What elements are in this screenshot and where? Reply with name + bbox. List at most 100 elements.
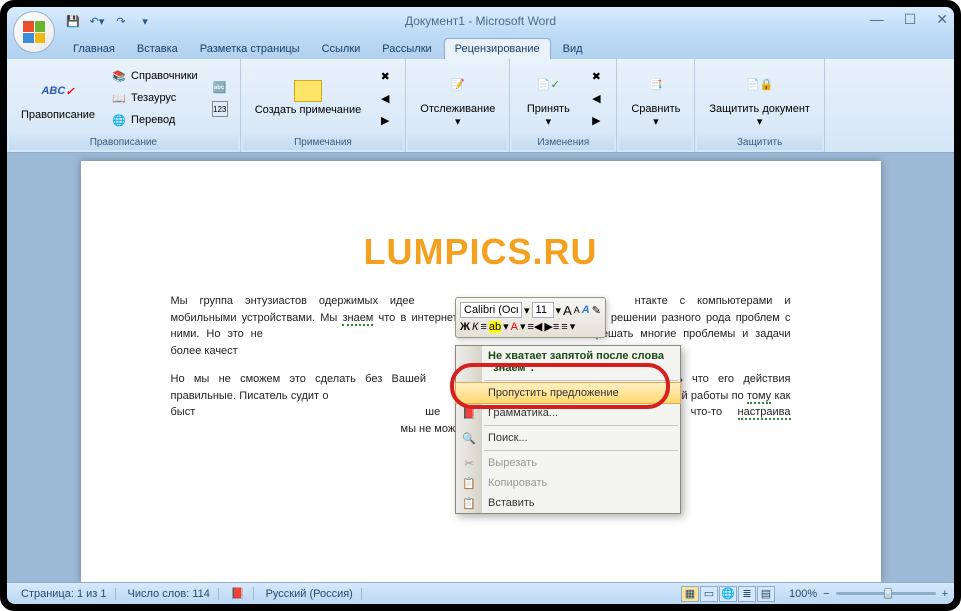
- ribbon-tabs: Главная Вставка Разметка страницы Ссылки…: [7, 35, 954, 59]
- quick-access-toolbar: 💾 ↶▾ ↷ ▾: [63, 11, 155, 31]
- count-icon: 123: [212, 101, 228, 117]
- bold-button[interactable]: Ж: [460, 321, 470, 333]
- ribbon: ABC✓ Правописание 📚Справочники 📖Тезаурус…: [7, 59, 954, 153]
- paste-icon: 📋: [461, 495, 477, 511]
- protect-icon: 📄🔒: [744, 69, 776, 101]
- save-button[interactable]: 💾: [63, 11, 83, 31]
- tab-references[interactable]: Ссылки: [312, 39, 371, 59]
- compare-label: Сравнить: [631, 103, 680, 115]
- tab-home[interactable]: Главная: [63, 39, 125, 59]
- grow-font-icon[interactable]: A: [563, 303, 572, 318]
- office-button[interactable]: [13, 11, 55, 53]
- tab-view[interactable]: Вид: [553, 39, 593, 59]
- titlebar: 💾 ↶▾ ↷ ▾ Документ1 - Microsoft Word — ☐ …: [7, 7, 954, 35]
- tab-insert[interactable]: Вставка: [127, 39, 188, 59]
- redo-button[interactable]: ↷: [111, 11, 131, 31]
- style-icon[interactable]: A: [582, 304, 590, 316]
- translate-icon: 🌐: [111, 112, 127, 128]
- font-color-button[interactable]: A: [511, 321, 518, 333]
- menu-grammar[interactable]: 📕 Грамматика...: [456, 403, 680, 423]
- next-change-button[interactable]: ▶: [584, 110, 608, 130]
- view-outline[interactable]: ≣: [738, 586, 756, 602]
- next-change-icon: ▶: [588, 112, 604, 128]
- context-menu: Не хватает запятой после слова "знаем". …: [455, 345, 681, 514]
- view-draft[interactable]: ▤: [757, 586, 775, 602]
- copy-icon: 📋: [461, 475, 477, 491]
- zoom-thumb[interactable]: [884, 588, 892, 599]
- indent-increase-button[interactable]: ▶≡: [544, 320, 559, 333]
- watermark: LUMPICS.RU: [171, 231, 791, 273]
- prev-change-button[interactable]: ◀: [584, 88, 608, 108]
- accept-label: Принять: [527, 103, 570, 115]
- comment-icon: [294, 80, 322, 102]
- view-full-screen[interactable]: ▭: [700, 586, 718, 602]
- shrink-font-icon[interactable]: A: [574, 305, 580, 315]
- tab-review[interactable]: Рецензирование: [444, 38, 551, 59]
- thesaurus-icon: 📖: [111, 90, 127, 106]
- reject-icon: ✖: [588, 68, 604, 84]
- status-proofing[interactable]: 📕: [223, 587, 254, 600]
- menu-skip-sentence[interactable]: Пропустить предложение: [455, 382, 681, 404]
- maximize-button[interactable]: ☐: [904, 11, 917, 28]
- track-changes-button[interactable]: 📝 Отслеживание ▾: [414, 67, 501, 130]
- group-label-comments: Примечания: [243, 135, 404, 150]
- translate-button[interactable]: 🌐Перевод: [107, 110, 202, 130]
- qat-customize[interactable]: ▾: [135, 11, 155, 31]
- research-button[interactable]: 📚Справочники: [107, 66, 202, 86]
- compare-button[interactable]: 📑 Сравнить ▾: [625, 67, 686, 130]
- window-title: Документ1 - Microsoft Word: [405, 14, 556, 28]
- menu-paste[interactable]: 📋 Вставить: [456, 493, 680, 513]
- font-size-input[interactable]: [532, 302, 554, 318]
- group-label-protect: Защитить: [697, 135, 822, 150]
- undo-icon: ↶: [90, 15, 99, 28]
- new-comment-button[interactable]: Создать примечание: [249, 78, 368, 118]
- zoom-level[interactable]: 100%: [789, 588, 817, 600]
- mini-toolbar[interactable]: ▾ ▾ A A A ✎ Ж К ≡ ab▾ A▾ ≡◀ ▶≡ ≡▾: [455, 297, 606, 338]
- grammar-icon: 📕: [461, 405, 477, 421]
- misc-button-1[interactable]: 🔤: [208, 77, 232, 97]
- undo-button[interactable]: ↶▾: [87, 11, 107, 31]
- track-label: Отслеживание: [420, 103, 495, 115]
- font-family-input[interactable]: [460, 302, 522, 318]
- tab-mailings[interactable]: Рассылки: [372, 39, 441, 59]
- bullets-button[interactable]: ≡: [561, 321, 567, 333]
- protect-button[interactable]: 📄🔒 Защитить документ ▾: [703, 67, 816, 130]
- align-center-button[interactable]: ≡: [480, 321, 486, 333]
- spelling-button[interactable]: ABC✓ Правописание: [15, 73, 101, 123]
- menu-grammar-hint[interactable]: Не хватает запятой после слова "знаем".: [456, 346, 680, 378]
- spelling-label: Правописание: [21, 109, 95, 121]
- minimize-button[interactable]: —: [870, 11, 884, 28]
- status-page[interactable]: Страница: 1 из 1: [13, 588, 116, 600]
- accept-button[interactable]: 📄✓ Принять ▾: [518, 67, 578, 130]
- tab-page-layout[interactable]: Разметка страницы: [190, 39, 310, 59]
- view-web[interactable]: 🌐: [719, 586, 737, 602]
- highlight-button[interactable]: ab: [489, 321, 501, 333]
- italic-button[interactable]: К: [472, 321, 478, 333]
- misc-button-2[interactable]: 123: [208, 99, 232, 119]
- group-label-changes: Изменения: [512, 135, 614, 150]
- indent-decrease-button[interactable]: ≡◀: [528, 320, 543, 333]
- menu-cut: ✂ Вырезать: [456, 453, 680, 473]
- thesaurus-button[interactable]: 📖Тезаурус: [107, 88, 202, 108]
- reject-button[interactable]: ✖: [584, 66, 608, 86]
- view-print-layout[interactable]: ▦: [681, 586, 699, 602]
- status-word-count[interactable]: Число слов: 114: [120, 588, 219, 600]
- redo-icon: ↷: [116, 15, 125, 28]
- protect-label: Защитить документ: [709, 103, 810, 115]
- status-language[interactable]: Русский (Россия): [258, 588, 362, 600]
- book-icon: 📚: [111, 68, 127, 84]
- grammar-error-1[interactable]: знаем: [342, 312, 373, 326]
- zoom-out-button[interactable]: −: [823, 588, 829, 600]
- grammar-error-3[interactable]: настраива: [738, 406, 791, 420]
- next-comment-button[interactable]: ▶: [373, 110, 397, 130]
- zoom-slider[interactable]: [836, 592, 936, 595]
- zoom-in-button[interactable]: +: [942, 588, 948, 600]
- menu-lookup[interactable]: 🔍 Поиск...: [456, 428, 680, 448]
- lang-icon: 🔤: [212, 79, 228, 95]
- prev-comment-button[interactable]: ◀: [373, 88, 397, 108]
- grammar-error-2[interactable]: тому: [747, 390, 771, 404]
- menu-copy: 📋 Копировать: [456, 473, 680, 493]
- delete-comment-button[interactable]: ✖: [373, 66, 397, 86]
- format-painter-icon[interactable]: ✎: [592, 304, 601, 317]
- close-button[interactable]: ✕: [936, 11, 948, 28]
